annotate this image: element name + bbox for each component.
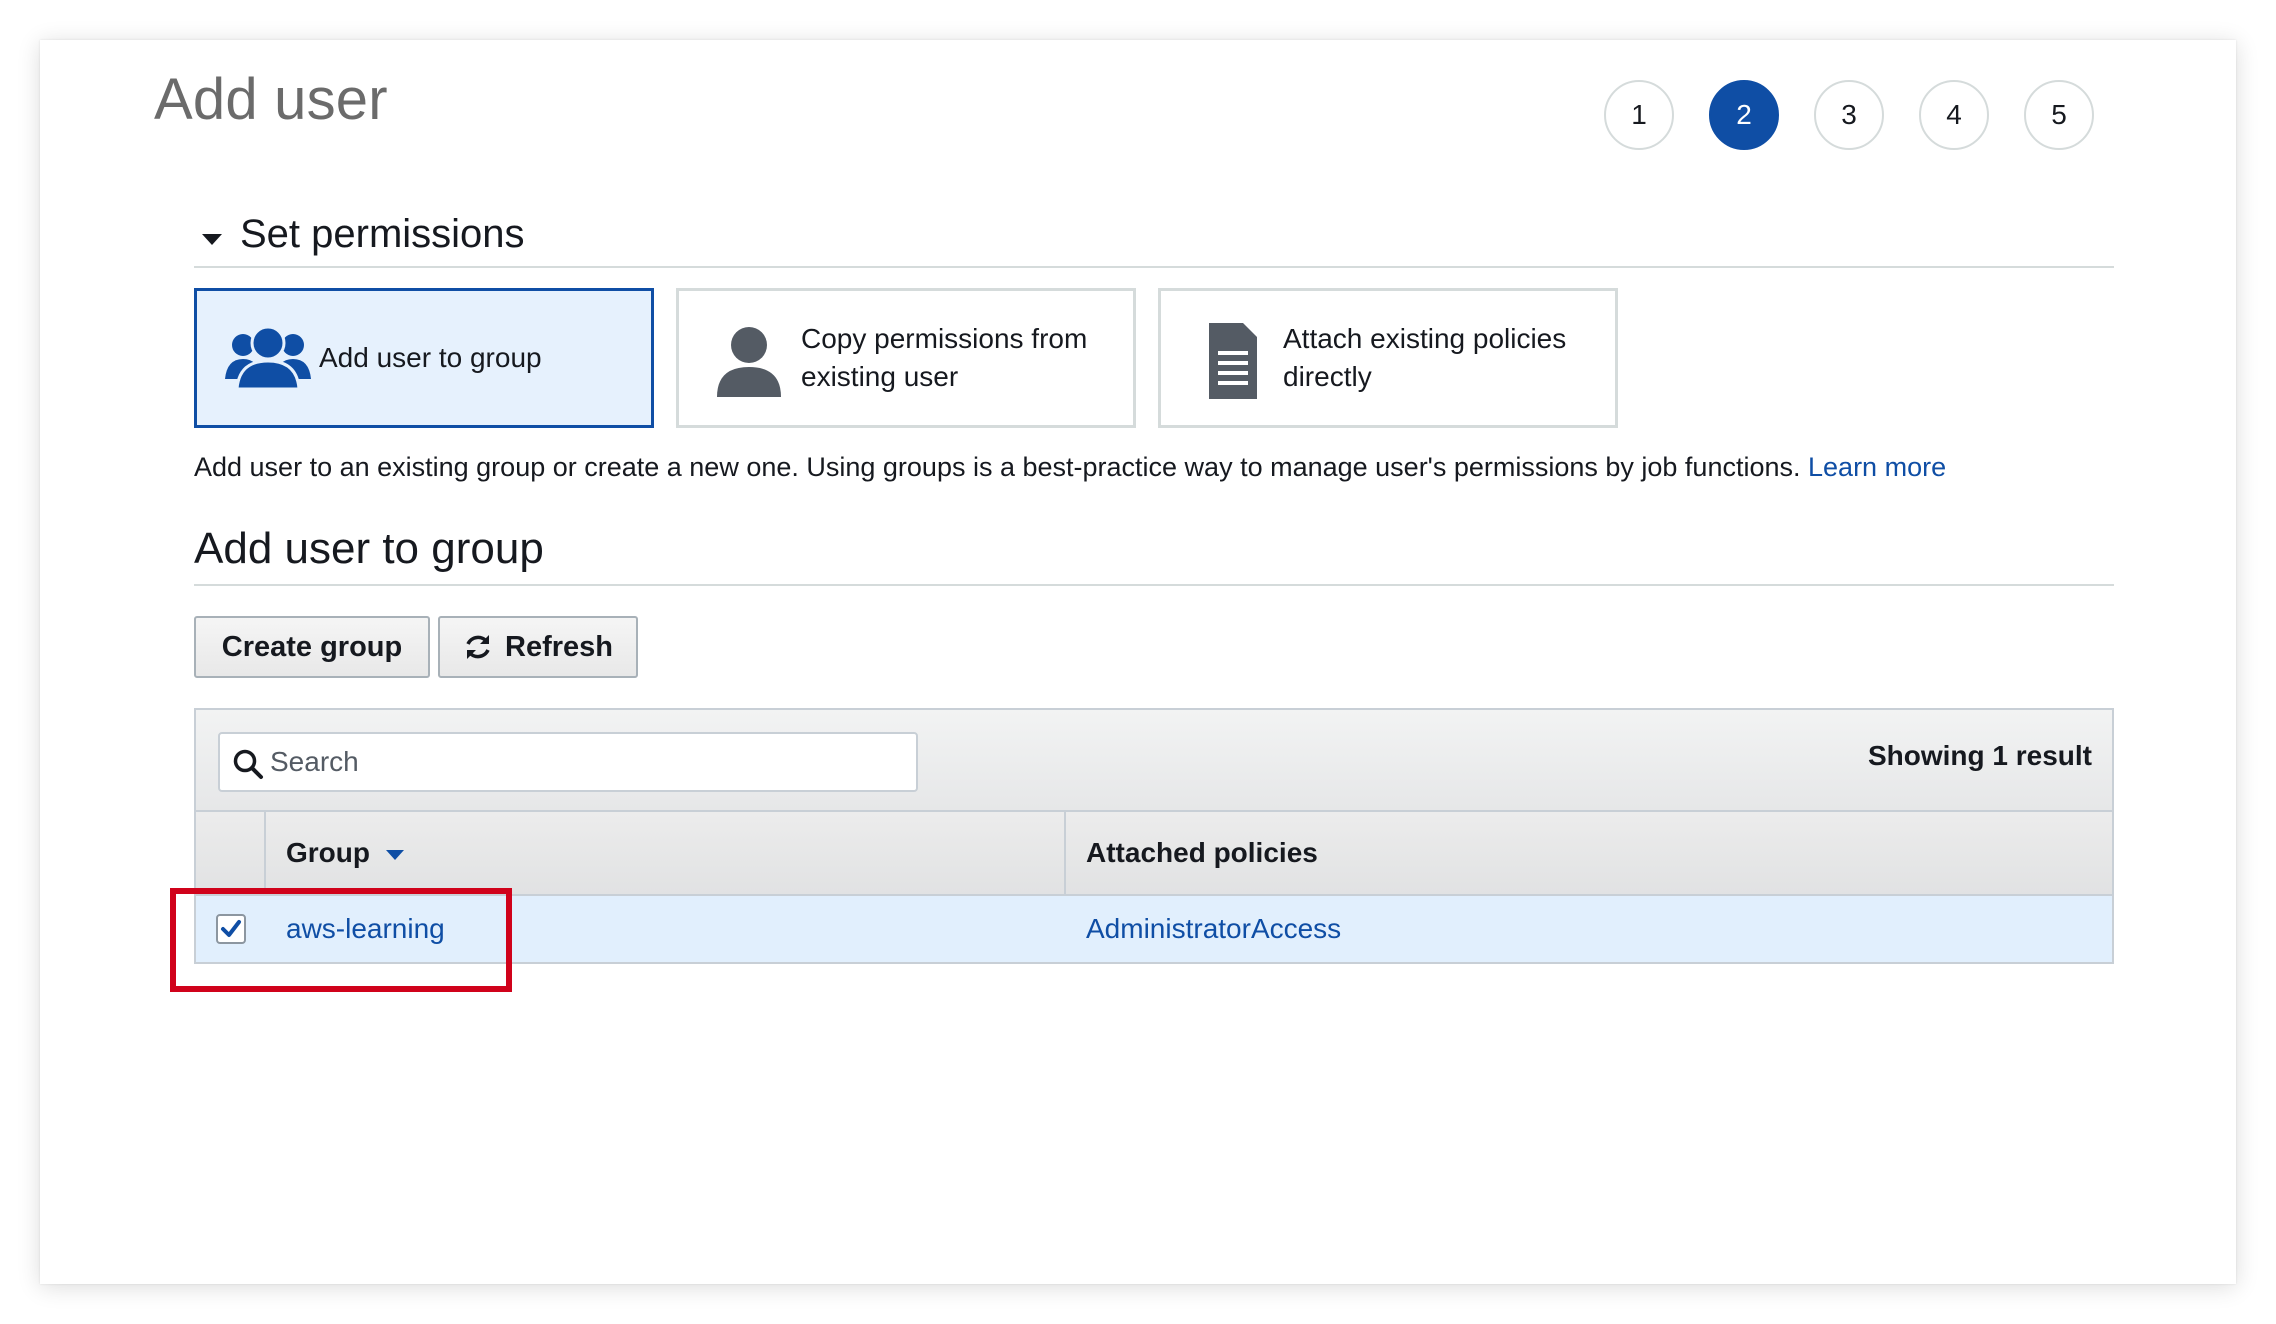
policies-column-label: Attached policies <box>1086 837 1318 868</box>
option-attach-policies[interactable]: Attach existing policies directly <box>1158 288 1618 428</box>
step-3[interactable]: 3 <box>1814 80 1884 150</box>
learn-more-link[interactable]: Learn more <box>1808 452 1946 482</box>
group-section-title: Add user to group <box>194 524 544 573</box>
result-count: Showing 1 result <box>1867 740 2092 771</box>
refresh-button[interactable]: Refresh <box>438 616 638 678</box>
page-title: Add user <box>154 67 388 132</box>
refresh-label: Refresh <box>505 630 613 663</box>
step-4[interactable]: 4 <box>1919 80 1989 150</box>
highlight-box <box>170 888 512 992</box>
step-5[interactable]: 5 <box>2024 80 2094 150</box>
set-permissions-header: Set permissions <box>194 210 2114 268</box>
table-toolbar: Showing 1 result <box>196 710 2112 812</box>
refresh-icon <box>466 635 490 659</box>
option-label: Copy permissions from existing user <box>801 323 1088 392</box>
sort-down-icon[interactable] <box>386 850 404 860</box>
step-2[interactable]: 2 <box>1709 80 1779 150</box>
create-group-button[interactable]: Create group <box>194 616 430 678</box>
select-column-header <box>196 812 266 894</box>
group-column-label: Group <box>286 837 370 868</box>
group-column-header[interactable]: Group <box>266 812 1066 894</box>
create-group-label: Create group <box>221 630 403 663</box>
step-indicator: 1 2 3 4 5 <box>1604 80 2094 150</box>
permission-options: Add user to group Copy permissions from … <box>194 288 1618 428</box>
step-1[interactable]: 1 <box>1604 80 1674 150</box>
group-icon <box>225 325 311 391</box>
user-icon <box>717 327 781 397</box>
table-header: Group Attached policies <box>196 812 2112 896</box>
permissions-description: Add user to an existing group or create … <box>194 452 1946 483</box>
search-icon <box>233 749 263 779</box>
add-user-to-group-header: Add user to group <box>194 522 2114 586</box>
option-label: Add user to group <box>319 342 542 373</box>
description-text: Add user to an existing group or create … <box>194 452 1801 482</box>
search-input[interactable] <box>270 742 900 782</box>
option-label: Attach existing policies directly <box>1283 323 1567 392</box>
option-add-user-to-group[interactable]: Add user to group <box>194 288 654 428</box>
policies-column-header: Attached policies <box>1066 812 2112 894</box>
policies-cell: AdministratorAccess <box>1066 896 2112 962</box>
section-title: Set permissions <box>240 212 525 256</box>
option-copy-permissions[interactable]: Copy permissions from existing user <box>676 288 1136 428</box>
search-box[interactable] <box>218 732 918 792</box>
document-icon <box>1209 323 1257 399</box>
collapse-caret-icon[interactable] <box>202 234 222 245</box>
policy-link[interactable]: AdministratorAccess <box>1086 913 1341 945</box>
